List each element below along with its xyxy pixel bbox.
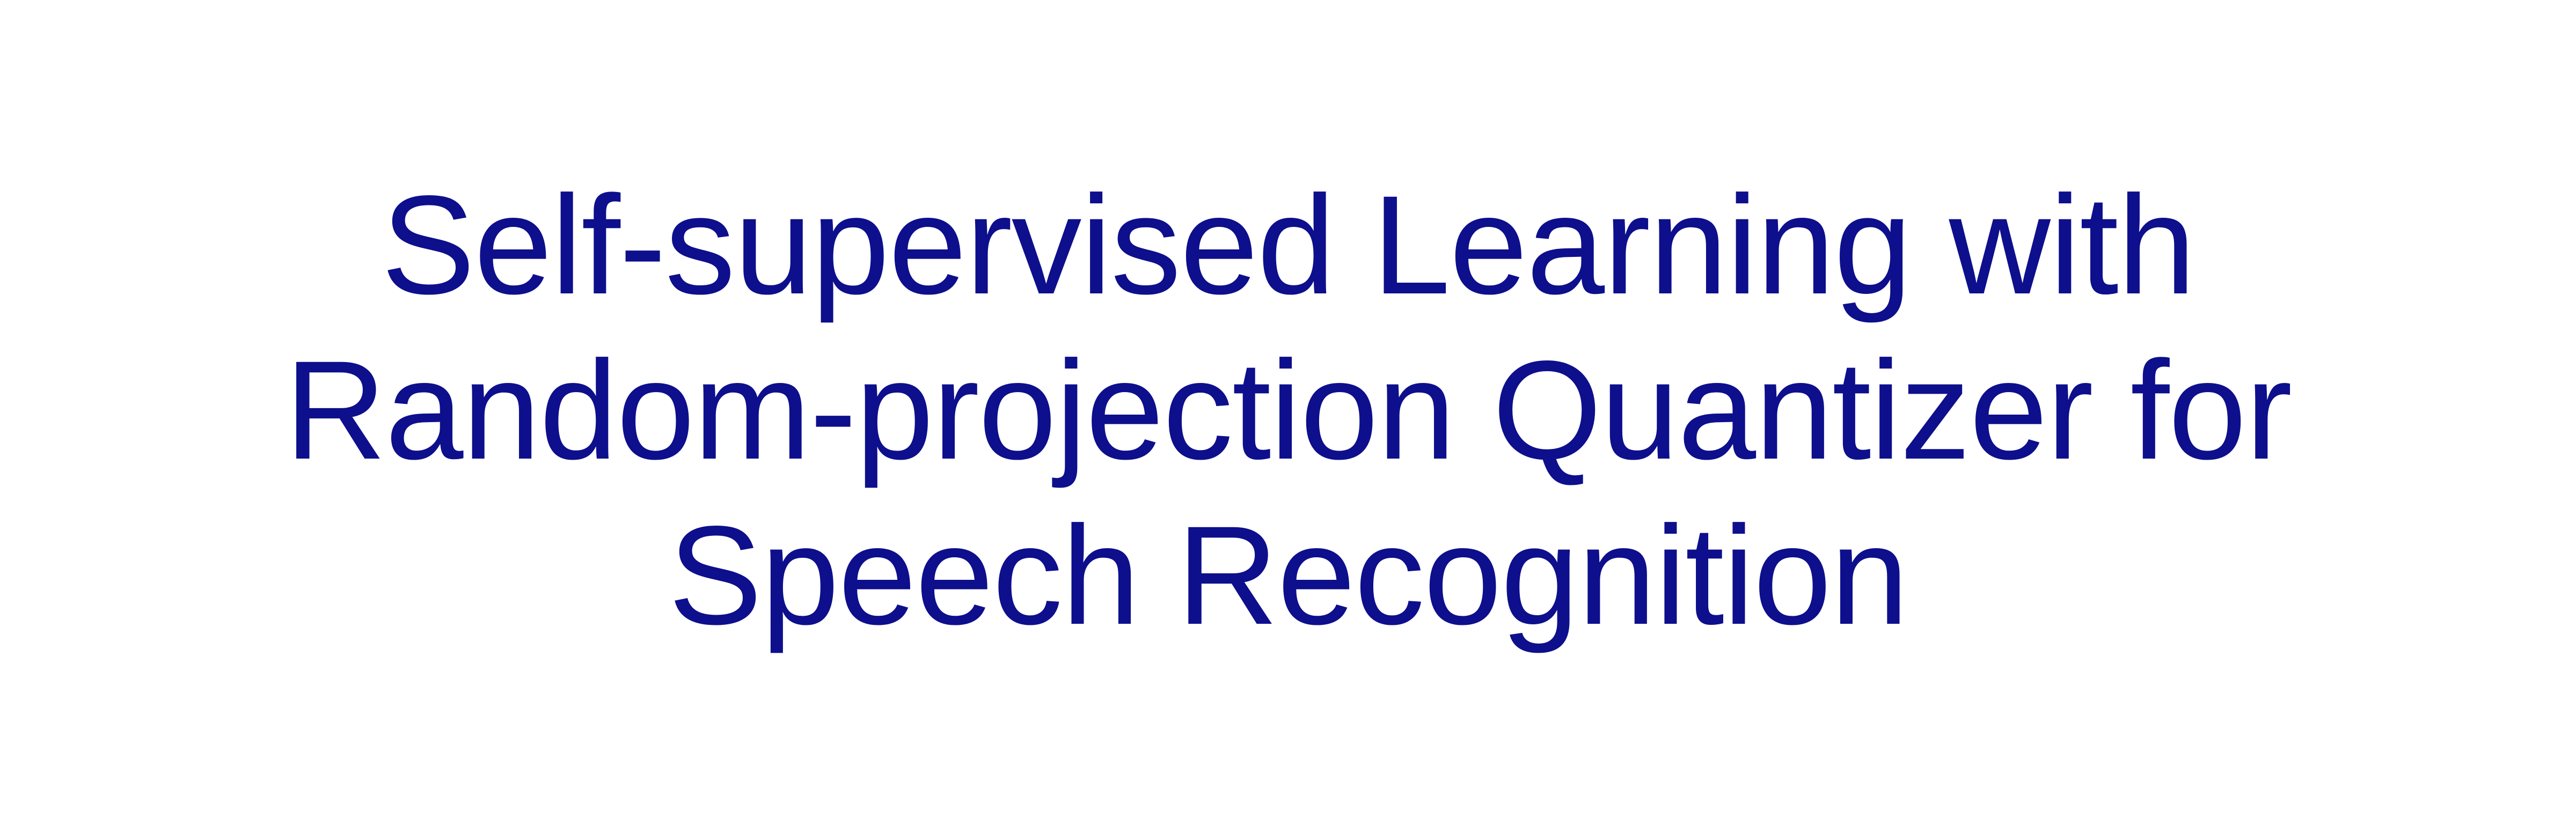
paper-title: Self-supervised Learning with Random-pro… <box>284 163 2293 658</box>
title-line-3: Speech Recognition <box>668 497 1908 654</box>
title-line-2: Random-projection Quantizer for <box>284 331 2293 489</box>
title-card: Self-supervised Learning with Random-pro… <box>0 0 2576 826</box>
title-line-1: Self-supervised Learning with <box>381 166 2196 323</box>
